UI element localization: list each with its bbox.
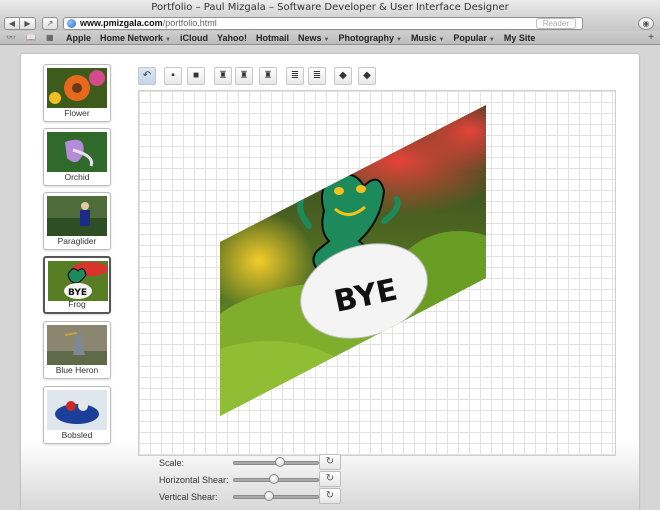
thumbnail-caption: Flower [64, 108, 90, 118]
bookmark-yahoo[interactable]: Yahoo! [217, 31, 247, 47]
page-two-tool[interactable]: ≣ [308, 67, 326, 85]
bookmark-list: Apple Home Network ▼ iCloud Yahoo! Hotmail New… [66, 31, 535, 47]
menu-arrow-icon: ▼ [395, 37, 402, 43]
back-button[interactable]: ◀ [4, 17, 20, 30]
cube-dark-tool[interactable]: ◆ [358, 67, 376, 85]
image-canvas[interactable]: BYE [138, 90, 616, 456]
thumbnail-caption: Paraglider [57, 236, 97, 246]
window-title: Portfolio – Paul Mizgala – Software Deve… [0, 0, 660, 16]
bookmark-apple[interactable]: Apple [66, 31, 91, 47]
menu-arrow-icon: ▼ [165, 37, 171, 43]
portfolio-panel: Flower Orchid Paraglider BYE Frog Blue Heron B… [21, 54, 639, 510]
bookmark-hotmail[interactable]: Hotmail [256, 31, 289, 47]
reader-button[interactable]: Reader [535, 18, 576, 29]
blue-heron-thumbnail [47, 325, 107, 365]
bookmark-icloud[interactable]: iCloud [180, 31, 208, 47]
thumbnail-caption: Orchid [64, 172, 90, 182]
frog-thumbnail: BYE [48, 261, 108, 301]
menu-arrow-icon: ▼ [323, 37, 330, 43]
slider-scale[interactable] [233, 457, 319, 467]
slider-knob[interactable] [275, 457, 286, 467]
bobsled-thumbnail [47, 390, 107, 430]
bookmark-music[interactable]: Music ▼ [411, 31, 444, 47]
page-one-tool[interactable]: ≣ [286, 67, 304, 85]
bookmark-news[interactable]: News ▼ [298, 31, 329, 47]
address-bar[interactable]: www.pmizgala.com/portfolio.html Reader [63, 17, 583, 30]
forward-button[interactable]: ▶ [20, 17, 36, 30]
slider-knob[interactable] [269, 474, 280, 484]
bookmarks-icon[interactable]: 📖 [26, 33, 40, 42]
tile-dark-tool[interactable]: ■ [187, 67, 205, 85]
thumbnail-bobsled[interactable]: Bobsled [43, 386, 111, 444]
thumbnail-flower[interactable]: Flower [43, 64, 111, 122]
share-button[interactable]: ↗ [42, 17, 58, 30]
menu-arrow-icon: ▼ [488, 37, 495, 43]
slider-knob[interactable] [264, 491, 275, 501]
thumbnail-orchid[interactable]: Orchid [43, 128, 111, 186]
undo-tool[interactable]: ↶ [138, 67, 156, 85]
thumbnail-caption: Bobsled [61, 430, 93, 440]
stamp-two-tool[interactable]: ♜ [235, 67, 253, 85]
thumbnail-caption: Frog [68, 299, 86, 309]
cube-light-tool[interactable]: ◆ [334, 67, 352, 85]
tile-light-tool[interactable]: ▪ [164, 67, 182, 85]
url-host: www.pmizgala.com [80, 18, 163, 28]
reset-icon[interactable]: ↻ [319, 454, 341, 470]
control-label: Vertical Shear: [159, 492, 218, 502]
flower-thumbnail [47, 68, 107, 108]
control-label: Scale: [159, 458, 185, 468]
thumbnail-caption: Blue Heron [55, 365, 99, 375]
reset-icon[interactable]: ↻ [319, 471, 341, 487]
thumbnail-frog[interactable]: BYE Frog [43, 256, 111, 314]
bookmark-home-network[interactable]: Home Network ▼ [100, 31, 171, 47]
add-bookmark-icon[interactable]: + [645, 33, 657, 43]
bookmark-my-site[interactable]: My Site [504, 31, 536, 47]
bookmark-popular[interactable]: Popular ▼ [453, 31, 494, 47]
url-path: /portfolio.html [162, 18, 217, 28]
reset-icon[interactable]: ↻ [319, 488, 341, 504]
menu-arrow-icon: ▼ [438, 37, 445, 43]
slider-horizontal-shear[interactable] [233, 474, 319, 484]
thumbnail-paraglider[interactable]: Paraglider [43, 192, 111, 250]
paraglider-thumbnail [47, 196, 107, 236]
downloads-button[interactable]: ◉ [638, 17, 654, 30]
svg-text:BYE: BYE [68, 288, 87, 298]
globe-icon [67, 19, 76, 28]
stamp-one-tool[interactable]: ♜ [214, 67, 232, 85]
orchid-thumbnail [47, 132, 107, 172]
browser-toolbar: ◀ ▶ ↗ www.pmizgala.com/portfolio.html Re… [0, 16, 660, 31]
thumbnail-blue-heron[interactable]: Blue Heron [43, 321, 111, 379]
top-sites-icon[interactable]: ▦ [46, 33, 60, 42]
sheared-photo: BYE [220, 105, 486, 416]
page-area: Flower Orchid Paraglider BYE Frog Blue Heron B… [0, 46, 660, 510]
stamp-three-tool[interactable]: ♜ [259, 67, 277, 85]
slider-vertical-shear[interactable] [233, 491, 319, 501]
bookmark-photography[interactable]: Photography ▼ [338, 31, 401, 47]
reading-list-icon[interactable]: 👓 [6, 33, 20, 42]
control-label: Horizontal Shear: [159, 475, 229, 485]
bookmarks-bar: 👓 📖 ▦ Apple Home Network ▼ iCloud Yahoo! Hotm… [0, 31, 660, 45]
